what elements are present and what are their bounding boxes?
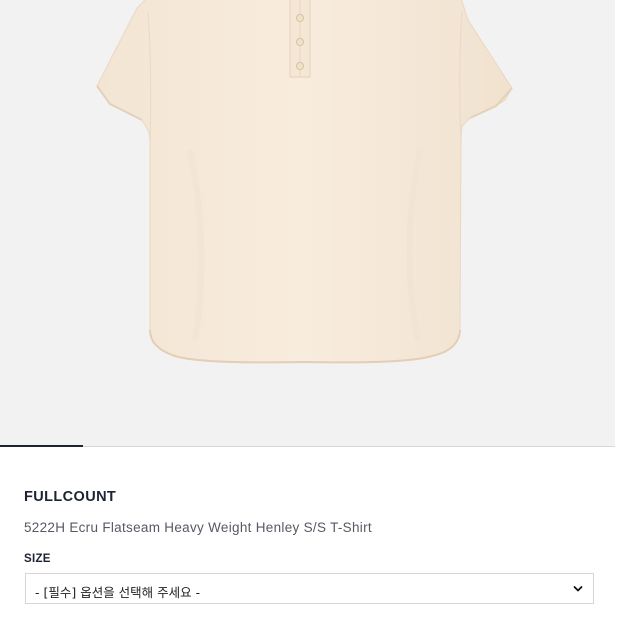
gallery-progress-indicator bbox=[0, 445, 83, 447]
product-image bbox=[96, 0, 513, 364]
gallery-progress-track bbox=[0, 446, 615, 447]
brand-name[interactable]: FULLCOUNT bbox=[24, 489, 116, 505]
size-select-value: - [필수] 옵션을 선택해 주세요 - bbox=[35, 585, 201, 600]
product-image-gallery[interactable] bbox=[0, 0, 615, 447]
size-option-label: SIZE bbox=[24, 553, 51, 565]
product-detail-page: FULLCOUNT 5222H Ecru Flatseam Heavy Weig… bbox=[0, 0, 620, 620]
product-title: 5222H Ecru Flatseam Heavy Weight Henley … bbox=[24, 520, 372, 535]
size-select[interactable]: - [필수] 옵션을 선택해 주세요 - bbox=[25, 573, 594, 604]
chevron-down-icon bbox=[573, 586, 583, 592]
